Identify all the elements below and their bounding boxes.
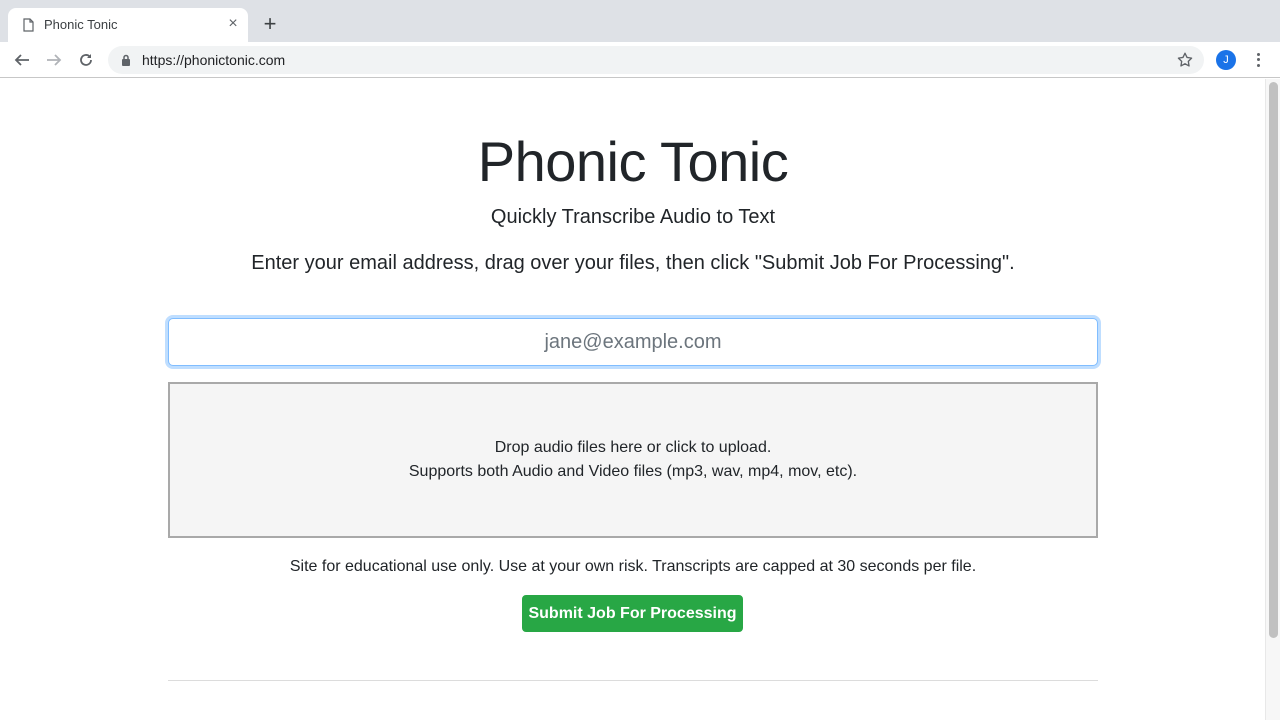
tab-phonic-tonic[interactable]: Phonic Tonic × — [8, 8, 248, 42]
disclaimer-text: Site for educational use only. Use at yo… — [289, 558, 977, 575]
file-dropzone[interactable]: Drop audio files here or click to upload… — [168, 382, 1098, 538]
lock-icon — [122, 54, 130, 66]
divider — [168, 680, 1098, 681]
dropzone-supported-formats: Supports both Audio and Video files (mp3… — [408, 463, 858, 480]
profile-avatar[interactable]: J — [1216, 50, 1236, 70]
bookmark-star-icon[interactable] — [1176, 51, 1194, 69]
dropzone-prompt: Drop audio files here or click to upload… — [494, 439, 772, 456]
scrollbar-thumb[interactable] — [1269, 82, 1278, 638]
page-icon — [23, 18, 34, 32]
forward-button[interactable] — [42, 48, 66, 72]
page-title: Phonic Tonic — [477, 130, 789, 193]
arrow-right-icon — [47, 54, 62, 66]
page-scrollbar[interactable] — [1265, 79, 1280, 720]
reload-icon — [80, 54, 92, 66]
page-viewport: Phonic Tonic Quickly Transcribe Audio to… — [0, 79, 1265, 720]
tab-strip: Phonic Tonic × + — [0, 0, 1280, 42]
back-button[interactable] — [10, 48, 34, 72]
url-text[interactable]: https://phonictonic.com — [142, 52, 285, 68]
new-tab-button[interactable]: + — [258, 12, 282, 36]
browser-menu-icon[interactable] — [1250, 49, 1266, 71]
address-bar[interactable]: https://phonictonic.com — [108, 46, 1204, 74]
arrow-left-icon — [14, 54, 29, 66]
tab-title: Phonic Tonic — [44, 17, 118, 32]
submit-job-button[interactable]: Submit Job For Processing — [522, 595, 743, 632]
close-tab-icon[interactable]: × — [224, 15, 242, 33]
reload-button[interactable] — [74, 48, 98, 72]
page-subtitle: Quickly Transcribe Audio to Text — [490, 206, 776, 228]
email-input[interactable] — [168, 318, 1098, 366]
browser-toolbar: https://phonictonic.com J — [0, 42, 1280, 78]
instructions-text: Enter your email address, drag over your… — [251, 252, 1015, 274]
